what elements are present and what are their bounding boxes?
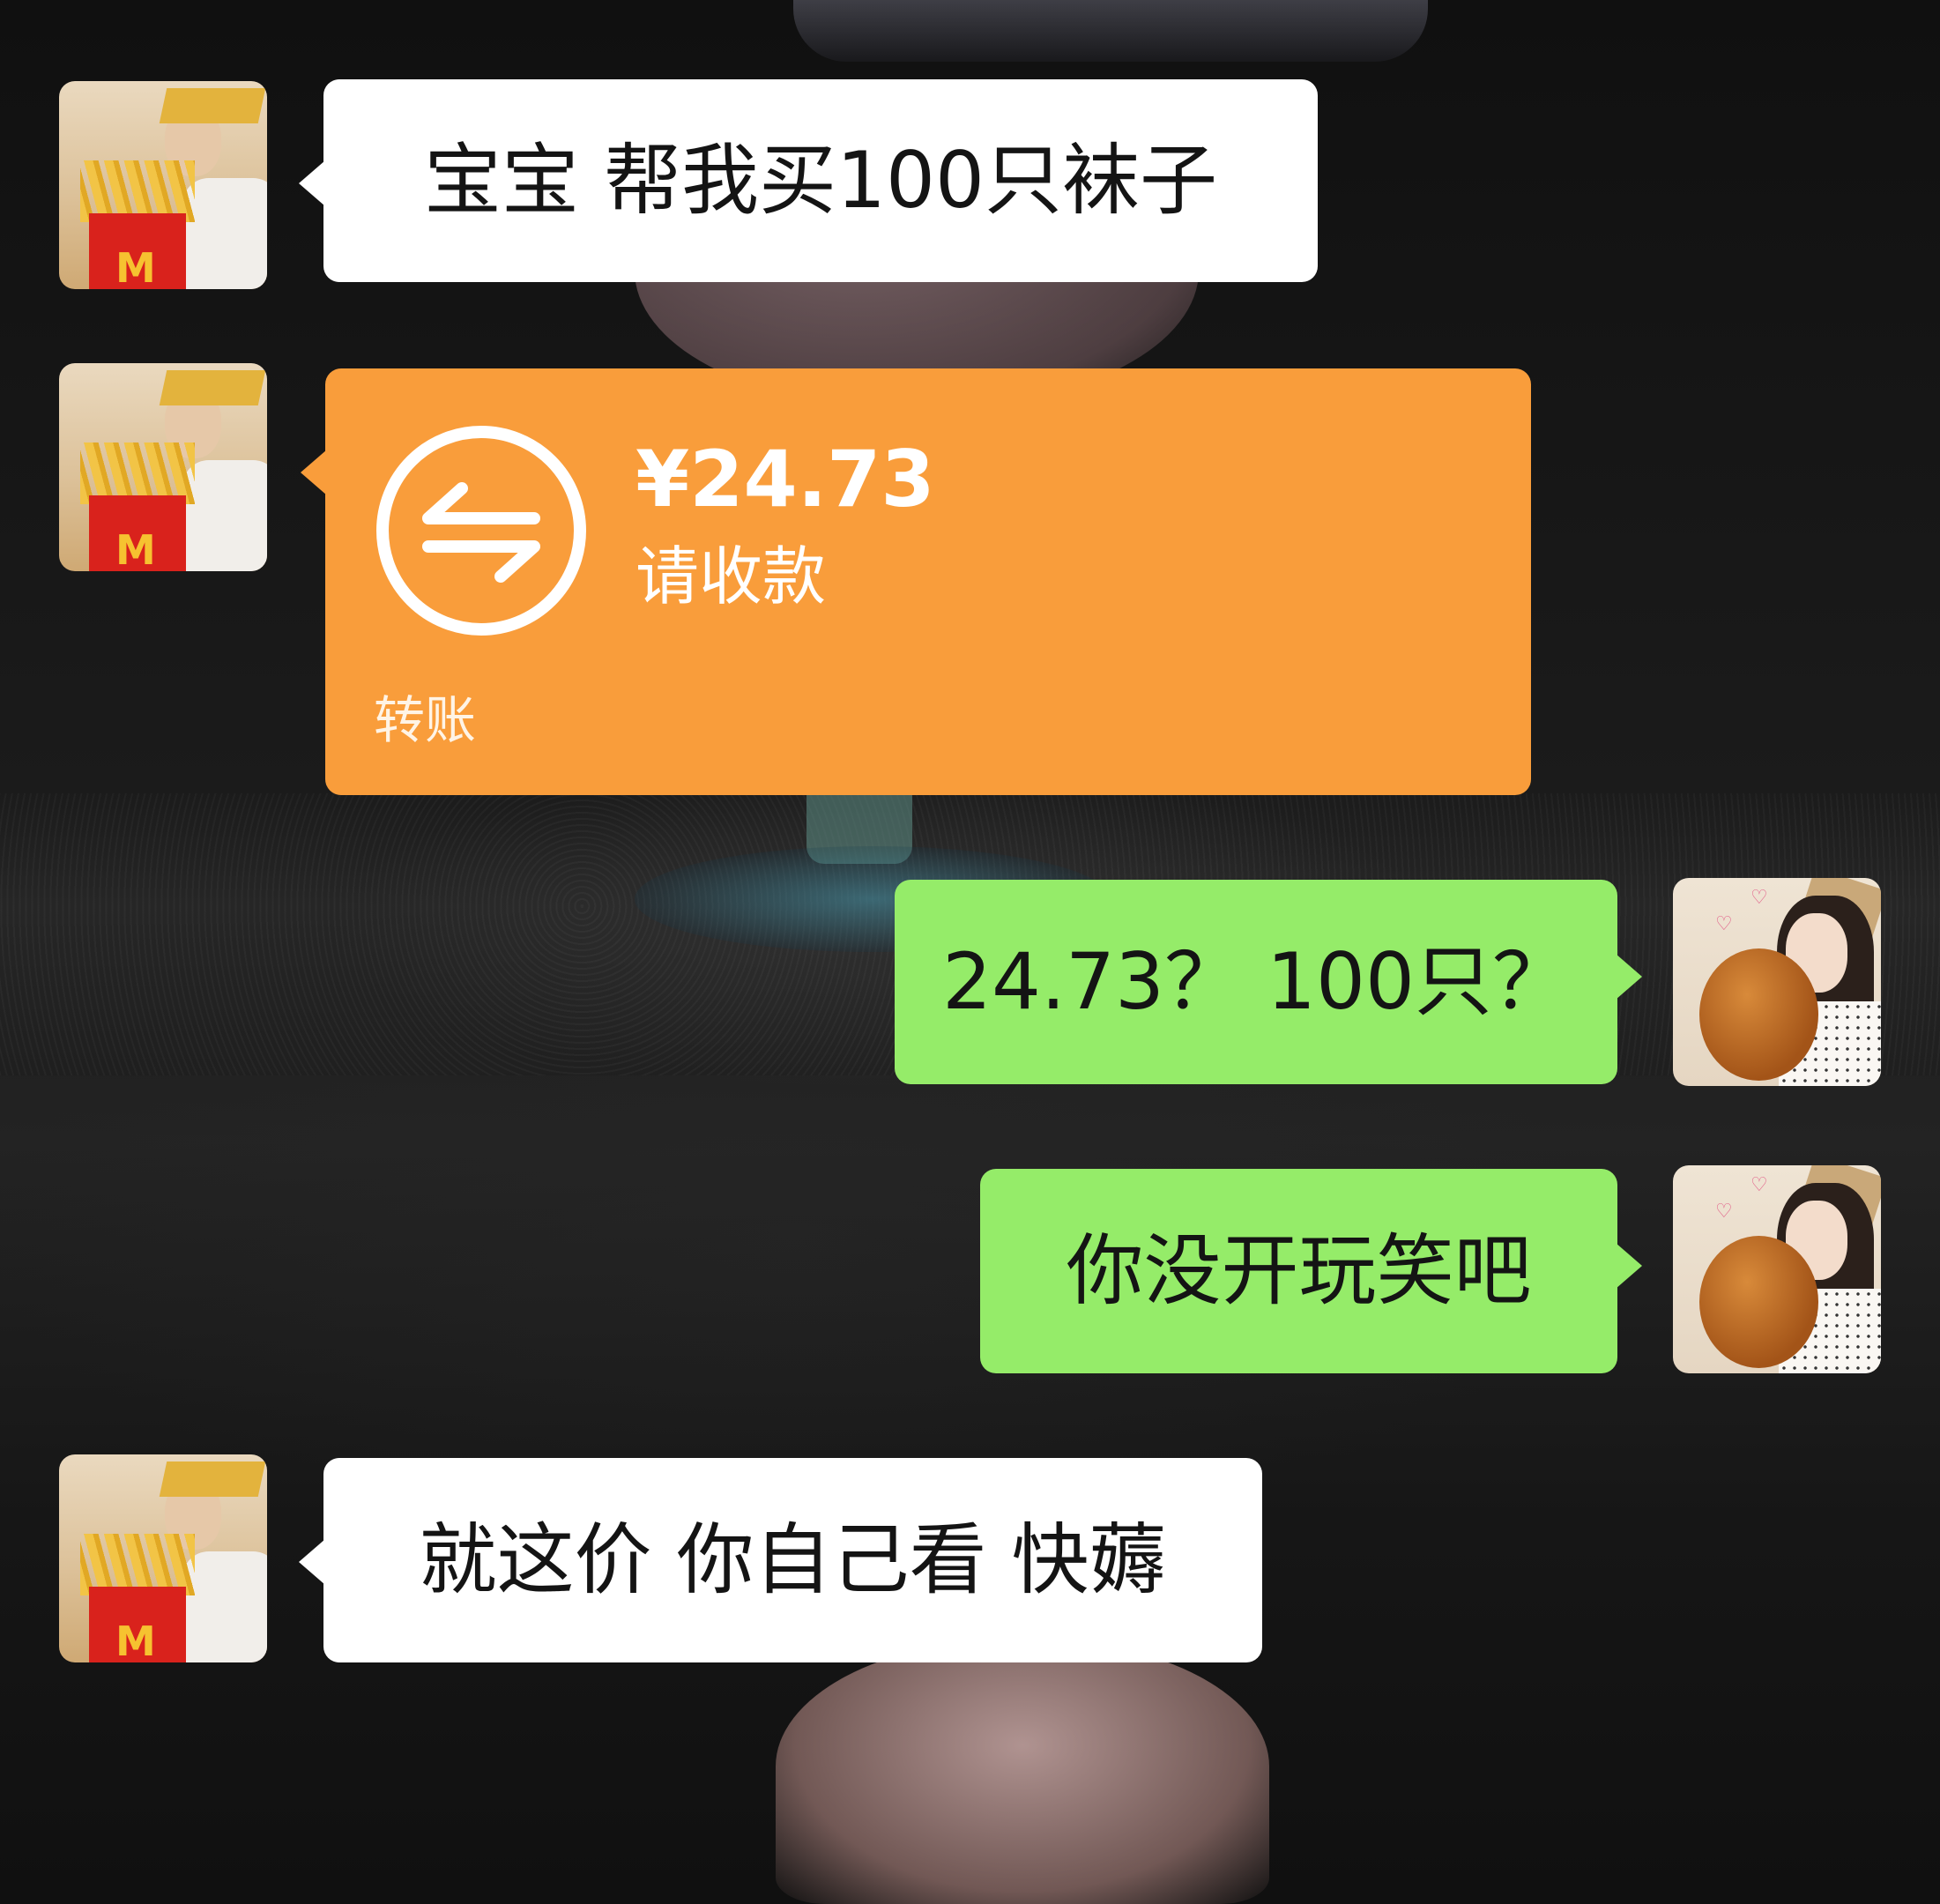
message-text: 你没开玩笑吧 xyxy=(1066,1225,1532,1316)
contact-avatar[interactable]: M xyxy=(59,1454,267,1662)
transfer-status: 请收款 xyxy=(636,539,827,614)
message-text: 就这价 你自己看 快薅 xyxy=(419,1514,1167,1605)
transfer-label: 转账 xyxy=(374,690,477,750)
message-bubble-incoming[interactable]: 就这价 你自己看 快薅 xyxy=(299,1458,1262,1662)
self-avatar[interactable]: ♡ ♡ xyxy=(1673,1165,1881,1373)
contact-avatar[interactable]: M xyxy=(59,363,267,571)
background-cup xyxy=(793,0,1428,62)
message-bubble-outgoing[interactable]: 你没开玩笑吧 xyxy=(980,1169,1642,1373)
contact-avatar[interactable]: M xyxy=(59,81,267,289)
background-figurine-bottom xyxy=(776,1640,1269,1904)
transfer-arrows-icon xyxy=(376,426,586,636)
message-bubble-incoming[interactable]: 宝宝 帮我买100只袜子 xyxy=(299,79,1318,282)
message-text: 宝宝 帮我买100只袜子 xyxy=(424,135,1217,226)
self-avatar[interactable]: ♡ ♡ xyxy=(1673,878,1881,1086)
message-bubble-outgoing[interactable]: 24.73？ 100只？ xyxy=(895,880,1642,1084)
transfer-card[interactable]: ¥24.73 请收款 转账 xyxy=(301,368,1531,795)
message-text: 24.73？ 100只？ xyxy=(942,936,1570,1027)
transfer-amount: ¥24.73 xyxy=(636,434,935,524)
